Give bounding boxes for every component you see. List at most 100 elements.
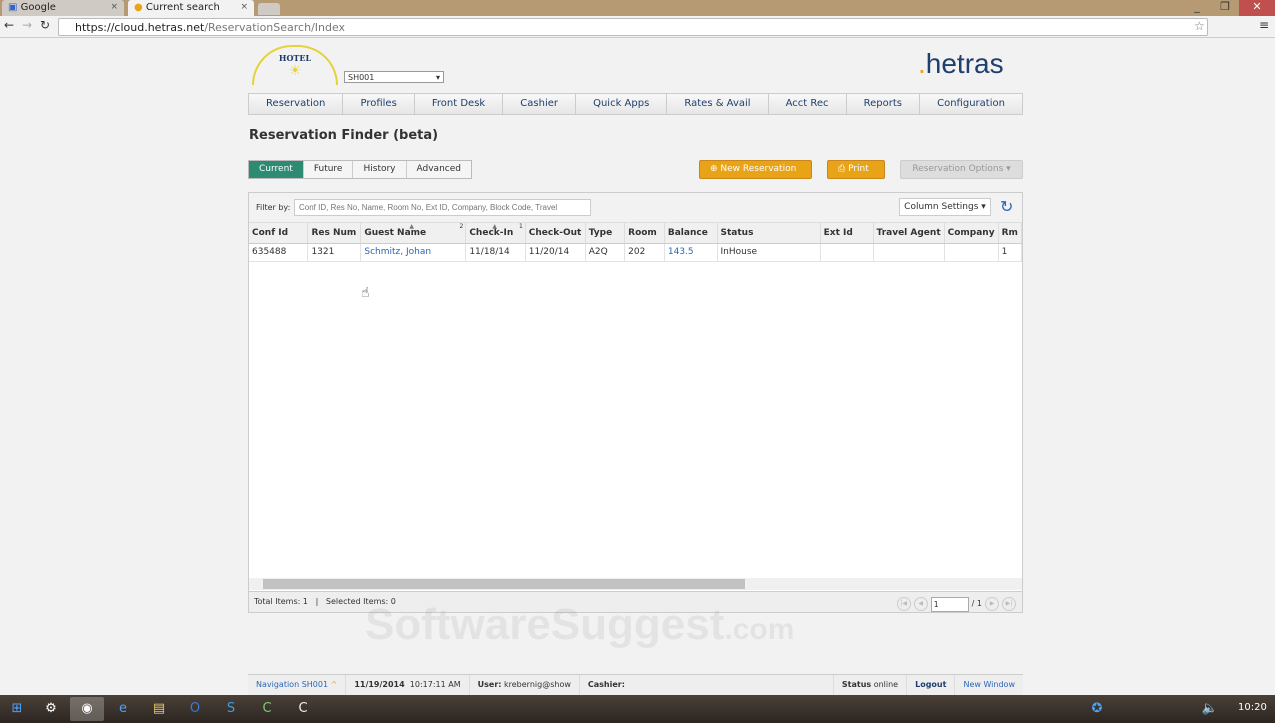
col-rm[interactable]: Rm xyxy=(998,223,1023,244)
close-icon[interactable]: × xyxy=(110,2,118,12)
close-window-button[interactable]: ✕ xyxy=(1239,0,1275,16)
menu-icon[interactable]: ≡ xyxy=(1259,18,1269,32)
scrollbar-thumb[interactable] xyxy=(263,579,745,589)
reservation-options-button[interactable]: Reservation Options ▾ xyxy=(900,160,1023,179)
cell-travel-agent xyxy=(873,243,945,262)
filter-bar: Filter by: Column Settings ▾ ↻ xyxy=(249,193,1022,223)
col-type[interactable]: Type xyxy=(585,223,626,244)
volume-icon[interactable]: 🔈 xyxy=(1200,697,1220,721)
app-icon[interactable]: C xyxy=(286,697,320,721)
reservation-grid: Filter by: Column Settings ▾ ↻ Conf Id R… xyxy=(248,192,1023,613)
taskbar-app-icon[interactable]: ⚙ xyxy=(34,697,68,721)
nav-rates-avail[interactable]: Rates & Avail xyxy=(667,94,769,114)
col-check-out[interactable]: Check-Out xyxy=(525,223,586,244)
url-input[interactable]: https://cloud.hetras.net/ReservationSear… xyxy=(58,18,1208,36)
page-icon: ● xyxy=(134,2,146,13)
col-res-num[interactable]: Res Num xyxy=(307,223,362,244)
view-tabs: Current Future History Advanced xyxy=(248,160,472,179)
col-room[interactable]: Room xyxy=(624,223,665,244)
col-guest-name[interactable]: Guest Name ▲ 2 xyxy=(360,223,467,244)
page-title: Reservation Finder (beta) xyxy=(249,128,439,143)
folder-icon[interactable]: ▤ xyxy=(142,697,176,721)
chrome-icon[interactable]: ◉ xyxy=(70,697,104,721)
nav-reservation[interactable]: Reservation xyxy=(249,94,344,114)
cell-type: A2Q xyxy=(585,243,626,262)
browser-tab-google[interactable]: ▣ Google × xyxy=(2,0,124,16)
col-conf-id[interactable]: Conf Id xyxy=(249,223,309,244)
table-header-row: Conf Id Res Num Guest Name ▲ 2 Check-In ▲ 1 … xyxy=(249,223,1023,244)
browser-tab-current[interactable]: ● Current search × xyxy=(128,0,254,16)
nav-configuration[interactable]: Configuration xyxy=(920,94,1022,114)
chevron-up-icon: ^ xyxy=(330,680,338,689)
col-travel-agent[interactable]: Travel Agent xyxy=(873,223,945,244)
results-table: Conf Id Res Num Guest Name ▲ 2 Check-In ▲ 1 … xyxy=(249,223,1023,262)
nav-front-desk[interactable]: Front Desk xyxy=(415,94,504,114)
printer-icon: ⎙ xyxy=(838,164,849,174)
brand-logo: .hetras xyxy=(918,48,1004,79)
minimize-button[interactable]: _ xyxy=(1183,0,1211,16)
cell-rm: 1 xyxy=(998,243,1023,262)
print-button[interactable]: ⎙ Print xyxy=(827,160,885,179)
start-button[interactable]: ⊞ xyxy=(0,697,34,721)
prev-page-icon[interactable]: ◀ xyxy=(913,597,928,611)
address-bar-row: ← → ↻ https://cloud.hetras.net/Reservati… xyxy=(0,16,1275,38)
balance-link[interactable]: 143.5 xyxy=(664,243,718,262)
nav-quick-apps[interactable]: Quick Apps xyxy=(576,94,668,114)
new-reservation-button[interactable]: ⊕ New Reservation xyxy=(699,160,812,179)
next-page-icon[interactable]: ▶ xyxy=(985,597,999,611)
hotel-logo: HOTEL ☀ xyxy=(252,45,338,85)
table-row[interactable]: 635488 1321 Schmitz, Johan 11/18/14 11/2… xyxy=(249,243,1023,262)
new-window-link[interactable]: New Window xyxy=(955,675,1023,695)
logout-link[interactable]: Logout xyxy=(915,680,946,689)
maximize-button[interactable]: ❐ xyxy=(1211,0,1239,16)
sort-asc-icon: ▲ xyxy=(409,223,414,230)
forward-icon[interactable]: → xyxy=(22,18,32,32)
hand-cursor-icon: ☝ xyxy=(361,285,370,301)
tray-tool-icon[interactable]: ✪ xyxy=(1080,697,1114,721)
guest-name-link[interactable]: Schmitz, Johan xyxy=(360,243,467,262)
tab-current[interactable]: Current xyxy=(249,161,304,178)
nav-cashier[interactable]: Cashier xyxy=(503,94,577,114)
cell-room: 202 xyxy=(624,243,665,262)
col-check-in[interactable]: Check-In ▲ 1 xyxy=(465,223,526,244)
nav-acct-rec[interactable]: Acct Rec xyxy=(769,94,847,114)
watermark: SoftwareSuggest.com xyxy=(365,600,795,649)
page-input[interactable]: 1 xyxy=(930,596,969,612)
tab-future[interactable]: Future xyxy=(303,161,354,178)
last-page-icon[interactable]: ▶| xyxy=(1002,597,1016,611)
ie-icon[interactable]: e xyxy=(106,697,140,721)
back-icon[interactable]: ← xyxy=(4,18,14,32)
navigation-toggle[interactable]: Navigation SH001 ^ xyxy=(248,675,347,695)
first-page-icon[interactable]: |◀ xyxy=(896,597,911,611)
sort-asc-icon: ▲ xyxy=(492,223,497,230)
clock[interactable]: 10:20 xyxy=(1238,702,1267,713)
main-nav: Reservation Profiles Front Desk Cashier … xyxy=(248,93,1023,115)
col-status[interactable]: Status xyxy=(717,223,821,244)
refresh-icon[interactable]: ↻ xyxy=(1000,197,1013,216)
cell-check-out: 11/20/14 xyxy=(525,243,586,262)
star-icon[interactable]: ☆ xyxy=(1194,19,1205,33)
app-icon[interactable]: C xyxy=(250,697,284,721)
filter-label: Filter by: xyxy=(256,203,291,212)
horizontal-scrollbar[interactable] xyxy=(249,578,1022,590)
close-icon[interactable]: × xyxy=(240,2,248,12)
filter-input[interactable] xyxy=(294,199,591,216)
col-balance[interactable]: Balance xyxy=(664,223,718,244)
cell-ext-id xyxy=(820,243,874,262)
column-settings-button[interactable]: Column Settings ▾ xyxy=(899,198,991,216)
skype-icon[interactable]: S xyxy=(214,697,248,721)
pager: |◀ ◀ 1 / 1 ▶ ▶| xyxy=(896,594,1016,614)
cell-res-num: 1321 xyxy=(307,243,362,262)
outlook-icon[interactable]: O xyxy=(178,697,212,721)
cell-company xyxy=(944,243,999,262)
nav-reports[interactable]: Reports xyxy=(847,94,921,114)
new-tab-button[interactable] xyxy=(258,3,280,15)
hotel-select[interactable]: SH001 ▾ xyxy=(344,71,444,83)
col-company[interactable]: Company xyxy=(944,223,999,244)
plus-circle-icon: ⊕ xyxy=(710,164,721,174)
tab-history[interactable]: History xyxy=(353,161,407,178)
tab-advanced[interactable]: Advanced xyxy=(406,161,471,178)
nav-profiles[interactable]: Profiles xyxy=(343,94,415,114)
reload-icon[interactable]: ↻ xyxy=(40,18,50,32)
col-ext-id[interactable]: Ext Id xyxy=(820,223,874,244)
